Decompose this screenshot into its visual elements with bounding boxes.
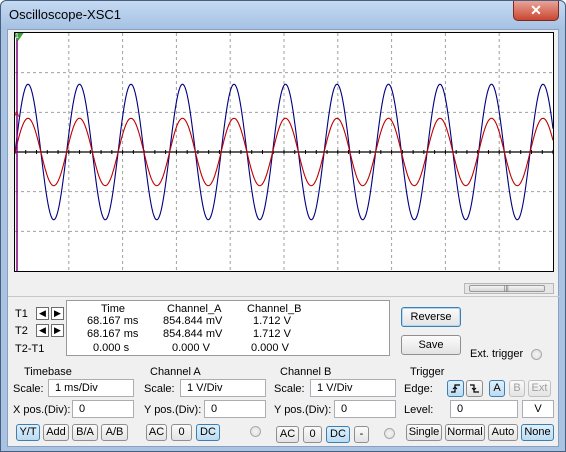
channel-b-scale-field[interactable]: 1 V/Div: [310, 379, 396, 397]
t2-channel-b: 1.712 V: [253, 328, 291, 340]
channel-a-terminal[interactable]: [250, 426, 261, 437]
trigger-level-field[interactable]: 0: [450, 400, 518, 418]
rising-edge-icon: [451, 384, 460, 393]
delta-channel-a: 0.000 V: [172, 342, 210, 354]
grip-icon: |||: [504, 286, 509, 292]
trigger-source-a-button[interactable]: A: [489, 380, 505, 397]
delta-label: T2-T1: [15, 343, 45, 355]
divider: [8, 296, 560, 297]
channel-a-scale-field[interactable]: 1 V/Div: [180, 379, 266, 397]
x-position-label: X pos.(Div):: [13, 404, 71, 416]
channel-a-zero-button[interactable]: 0: [171, 424, 192, 441]
delta-time: 0.000 s: [93, 342, 130, 354]
timebase-title: Timebase: [24, 366, 72, 378]
x-position-field[interactable]: 0: [72, 400, 134, 418]
scope-display[interactable]: 1A: [14, 32, 554, 272]
channel-b-y-position-field[interactable]: 0: [334, 400, 396, 418]
mode-ab-button[interactable]: A/B: [101, 424, 128, 441]
falling-edge-button[interactable]: [466, 380, 483, 397]
t2-right-arrow-button[interactable]: ▶: [51, 324, 64, 337]
save-button[interactable]: Save: [401, 335, 461, 355]
channel-a-dc-button[interactable]: DC: [196, 424, 220, 441]
client-area: 1A ||| T1 ◀ ▶ T2 ◀ ▶ T2-T1 Time Channel_…: [7, 29, 560, 447]
header-channel-b: Channel_B: [247, 303, 302, 315]
channel-b-terminal[interactable]: [384, 428, 395, 439]
channel-b-scale-label: Scale:: [274, 383, 305, 395]
t2-label: T2: [15, 325, 28, 337]
trigger-normal-button[interactable]: Normal: [445, 424, 485, 441]
trigger-source-b-button[interactable]: B: [509, 380, 525, 397]
channel-b-zero-button[interactable]: 0: [303, 426, 322, 443]
timebase-scale-label: Scale:: [13, 383, 44, 395]
scrollbar-thumb[interactable]: |||: [469, 285, 545, 292]
window-title: Oscilloscope-XSC1: [9, 7, 121, 22]
ext-trigger-label: Ext. trigger: [470, 348, 524, 360]
trigger-none-button[interactable]: None: [521, 424, 554, 441]
channel-b-y-position-label: Y pos.(Div):: [274, 404, 332, 416]
scope-plot: 1A: [15, 33, 553, 271]
t2-channel-a: 854.844 mV: [163, 328, 223, 340]
timebase-scale-field[interactable]: 1 ms/Div: [48, 379, 134, 397]
trigger-edge-label: Edge:: [404, 383, 433, 395]
measurement-readout: Time Channel_A Channel_B 68.167 ms 854.8…: [66, 300, 390, 356]
trigger-auto-button[interactable]: Auto: [488, 424, 518, 441]
ext-trigger-terminal[interactable]: [531, 349, 542, 360]
header-channel-a: Channel_A: [167, 303, 222, 315]
t1-time: 68.167 ms: [87, 315, 139, 327]
channel-a-scale-label: Scale:: [144, 383, 175, 395]
t2-time: 68.167 ms: [87, 328, 139, 340]
channel-a-title: Channel A: [150, 366, 201, 378]
reverse-button[interactable]: Reverse: [401, 307, 461, 327]
mode-ba-button[interactable]: B/A: [72, 424, 98, 441]
cursor-1-marker-label: 1: [15, 33, 19, 40]
trigger-level-label: Level:: [404, 404, 434, 416]
mode-add-button[interactable]: Add: [43, 424, 69, 441]
trigger-source-ext-button[interactable]: Ext: [528, 380, 551, 397]
header-time: Time: [101, 303, 126, 315]
delta-channel-b: 0.000 V: [251, 342, 289, 354]
channel-b-title: Channel B: [280, 366, 332, 378]
trigger-level-unit[interactable]: V: [522, 400, 554, 418]
title-bar[interactable]: Oscilloscope-XSC1 ✕: [1, 1, 565, 29]
oscilloscope-window: Oscilloscope-XSC1 ✕ 1A ||| T1 ◀ ▶ T2 ◀ ▶…: [0, 0, 566, 452]
t1-left-arrow-button[interactable]: ◀: [36, 307, 49, 320]
t1-label: T1: [15, 308, 28, 320]
t1-right-arrow-button[interactable]: ▶: [51, 307, 64, 320]
t1-channel-a: 854.844 mV: [163, 315, 223, 327]
channel-a-marker: A: [15, 110, 20, 119]
trigger-single-button[interactable]: Single: [406, 424, 442, 441]
channel-a-y-position-field[interactable]: 0: [204, 400, 266, 418]
channel-a-ac-button[interactable]: AC: [146, 424, 167, 441]
t2-left-arrow-button[interactable]: ◀: [36, 324, 49, 337]
close-button[interactable]: ✕: [513, 1, 559, 21]
rising-edge-button[interactable]: [447, 380, 464, 397]
channel-b-dc-button[interactable]: DC: [326, 426, 350, 443]
trigger-title: Trigger: [410, 366, 445, 378]
channel-b-invert-button[interactable]: -: [354, 426, 369, 443]
display-scrollbar[interactable]: |||: [464, 283, 554, 294]
channel-a-y-position-label: Y pos.(Div):: [144, 404, 202, 416]
t1-channel-b: 1.712 V: [253, 315, 291, 327]
channel-b-ac-button[interactable]: AC: [276, 426, 299, 443]
mode-yt-button[interactable]: Y/T: [16, 424, 40, 441]
falling-edge-icon: [470, 384, 479, 393]
